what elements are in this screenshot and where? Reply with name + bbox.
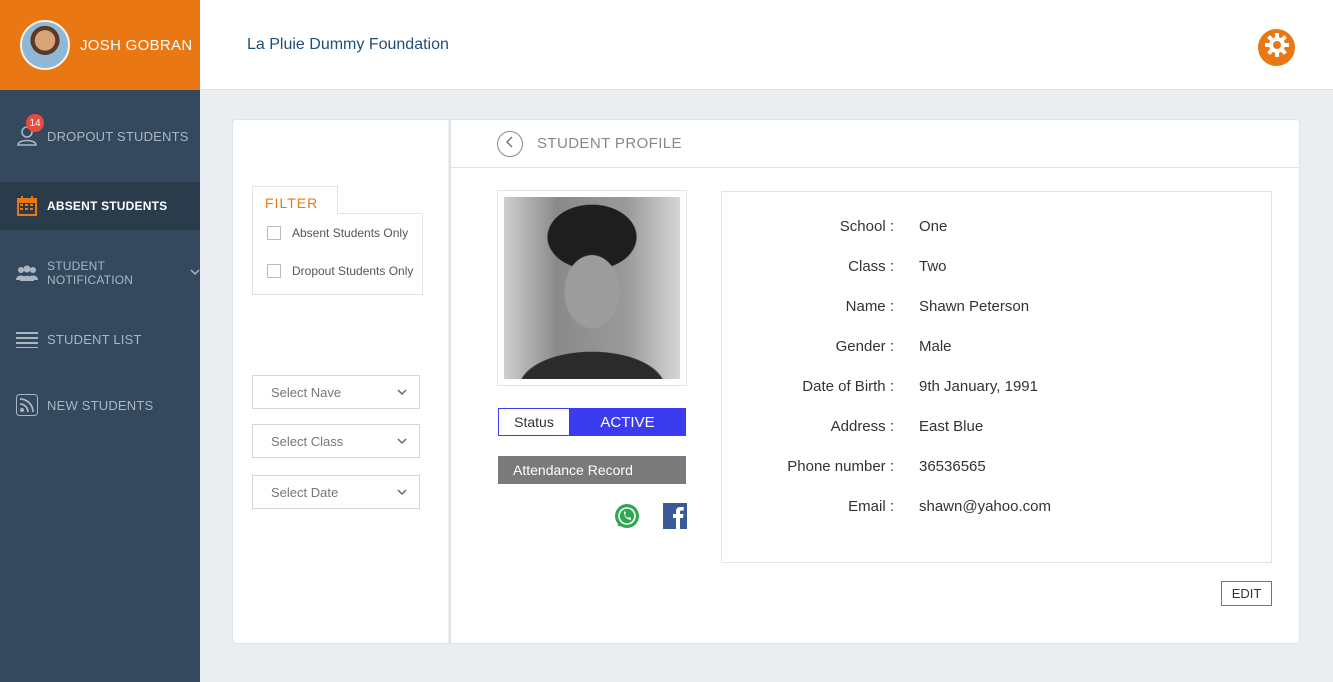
calendar-icon (16, 195, 38, 217)
detail-row-date-of-birth: Date of Birth : 9th January, 1991 (722, 374, 1271, 398)
detail-value: One (919, 217, 948, 235)
detail-value: 36536565 (919, 457, 986, 475)
detail-value: 9th January, 1991 (919, 377, 1038, 395)
chevron-left-icon (505, 135, 515, 153)
detail-row-school: School : One (722, 214, 1271, 238)
dropout-only-checkbox-row[interactable]: Dropout Students Only (253, 252, 422, 290)
checkbox-label: Absent Students Only (292, 226, 409, 240)
detail-key: Phone number : (787, 457, 894, 475)
select-value: Select Nave (271, 384, 342, 400)
detail-key: Class : (848, 257, 894, 275)
facebook-icon[interactable] (663, 503, 689, 529)
edit-button[interactable]: EDIT (1221, 581, 1272, 606)
user-box: JOSH GOBRAN (0, 0, 200, 90)
detail-row-class: Class : Two (722, 254, 1271, 278)
top-header: La Pluie Dummy Foundation (200, 0, 1333, 90)
student-details: School : One Class : Two Name : Shawn Pe… (721, 191, 1272, 563)
student-profile-panel: STUDENT PROFILE Status ACTIVE Attendance… (449, 119, 1300, 644)
filter-panel: FILTER Absent Students Only Dropout Stud… (232, 119, 448, 644)
chevron-down-icon (397, 434, 407, 445)
detail-value: East Blue (919, 417, 984, 435)
detail-row-address: Address : East Blue (722, 414, 1271, 438)
list-icon (16, 328, 38, 350)
detail-value: shawn@yahoo.com (919, 497, 1051, 515)
detail-value: Male (919, 337, 952, 355)
detail-value: Two (919, 257, 947, 275)
select-value: Select Class (271, 433, 344, 449)
select-class-dropdown[interactable]: Select Class (252, 424, 420, 458)
detail-key: Gender : (835, 337, 894, 355)
sidebar-item-label: ABSENT STUDENTS (47, 199, 168, 213)
dropout-only-checkbox[interactable] (267, 264, 281, 278)
sidebar-item-label: NEW STUDENTS (47, 397, 154, 413)
filter-tab[interactable]: FILTER (252, 186, 338, 214)
avatar[interactable] (20, 20, 70, 70)
rss-icon (16, 394, 38, 416)
select-value: Select Date (271, 484, 339, 500)
sidebar-item-student-notification[interactable]: STUDENT NOTIFICATION (0, 240, 200, 306)
sidebar-item-label: DROPOUT STUDENTS (47, 128, 189, 144)
absent-only-checkbox[interactable] (267, 226, 281, 240)
sidebar-item-label: STUDENT LIST (47, 331, 142, 347)
detail-key: School : (839, 217, 894, 235)
student-photo (504, 197, 680, 379)
page-title: STUDENT PROFILE (537, 135, 682, 152)
sidebar: JOSH GOBRAN 14 DROPOUT STUDENTS ABSENT S… (0, 0, 200, 682)
detail-value: Shawn Peterson (919, 297, 1030, 315)
users-icon (16, 262, 38, 284)
status-badge: ACTIVE (570, 409, 685, 435)
detail-key: Email : (848, 497, 894, 515)
dropout-count-badge: 14 (26, 114, 44, 132)
sidebar-item-dropout-students[interactable]: 14 DROPOUT STUDENTS (0, 90, 200, 182)
detail-row-gender: Gender : Male (722, 334, 1271, 358)
attendance-record-button[interactable]: Attendance Record (498, 456, 686, 484)
detail-row-name: Name : Shawn Peterson (722, 294, 1271, 318)
user-name: JOSH GOBRAN (80, 36, 193, 54)
profile-header: STUDENT PROFILE (451, 120, 1299, 168)
status-indicator: Status ACTIVE (498, 408, 686, 436)
whatsapp-icon[interactable] (614, 503, 640, 529)
chevron-down-icon (397, 385, 407, 396)
status-label: Status (499, 409, 570, 435)
sidebar-item-label: STUDENT NOTIFICATION (47, 259, 134, 287)
organization-name: La Pluie Dummy Foundation (247, 36, 449, 53)
sidebar-item-absent-students[interactable]: ABSENT STUDENTS (0, 182, 200, 230)
detail-key: Date of Birth : (802, 377, 894, 395)
student-photo-frame (497, 190, 687, 386)
detail-key: Name : (845, 297, 894, 315)
select-date-dropdown[interactable]: Select Date (252, 475, 420, 509)
chevron-down-icon (397, 485, 407, 496)
chevron-down-icon (190, 268, 200, 279)
detail-key: Address : (830, 417, 894, 435)
checkbox-label: Dropout Students Only (292, 264, 414, 278)
sidebar-item-student-list[interactable]: STUDENT LIST (0, 306, 200, 372)
absent-only-checkbox-row[interactable]: Absent Students Only (253, 214, 422, 252)
gear-icon (1264, 32, 1290, 63)
sidebar-item-new-students[interactable]: NEW STUDENTS (0, 372, 200, 438)
back-button[interactable] (497, 130, 523, 157)
detail-row-email: Email : shawn@yahoo.com (722, 494, 1271, 518)
select-nave-dropdown[interactable]: Select Nave (252, 375, 420, 409)
detail-row-phone: Phone number : 36536565 (722, 454, 1271, 478)
filter-options: Absent Students Only Dropout Students On… (252, 213, 423, 295)
settings-button[interactable] (1258, 29, 1295, 66)
